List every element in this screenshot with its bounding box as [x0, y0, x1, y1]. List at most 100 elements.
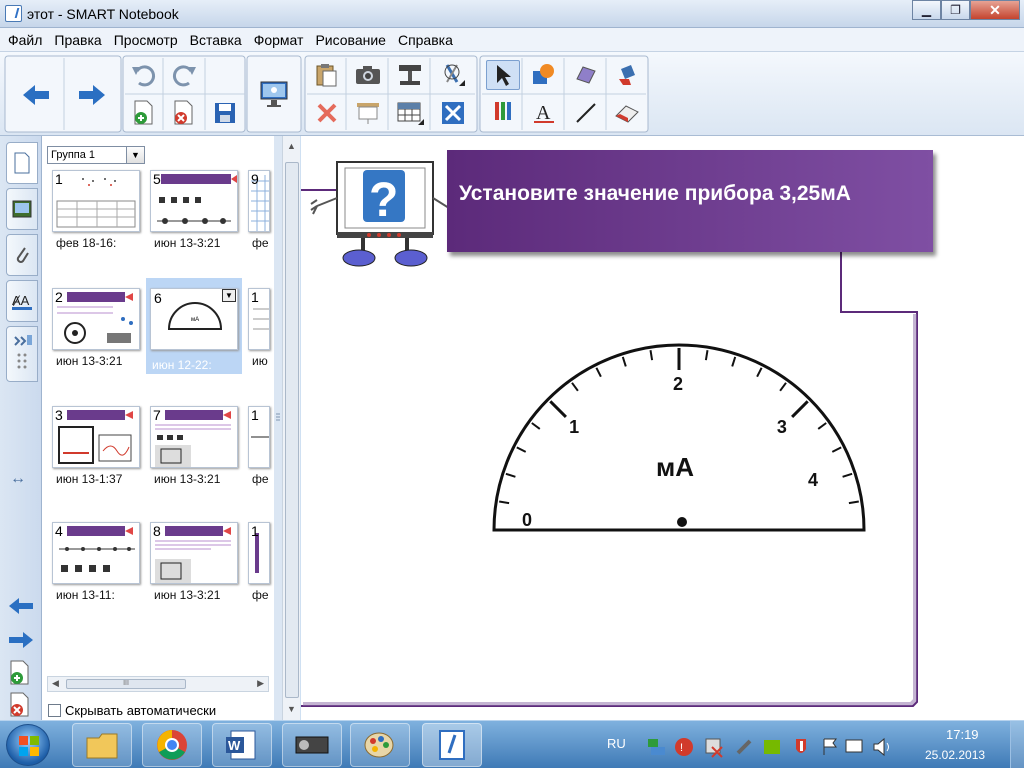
antivirus-icon: !	[675, 738, 693, 756]
chevron-down-icon[interactable]: ▼	[126, 146, 145, 164]
notebook-app-icon	[5, 5, 22, 22]
sorter-horizontal-scrollbar[interactable]: ◀ III ▶	[47, 676, 269, 692]
next-page-icon[interactable]	[8, 630, 34, 653]
scroll-right-icon[interactable]: ▶	[257, 678, 264, 689]
text-icon[interactable]: A	[526, 98, 562, 128]
window-title: этот - SMART Notebook	[27, 6, 179, 22]
forward-arrow-icon[interactable]	[70, 78, 114, 112]
page-thumbnail[interactable]: 1 фе	[248, 406, 270, 486]
minimize-button[interactable]: ▁	[912, 0, 941, 20]
add-page-icon[interactable]	[128, 98, 160, 128]
screen-icon[interactable]	[254, 74, 294, 114]
page-thumbnail-selected[interactable]: мА 6 ▼ июн 12-22:	[146, 278, 242, 374]
panel-splitter[interactable]	[274, 136, 282, 720]
full-screen-icon[interactable]	[434, 98, 472, 128]
page-thumbnail[interactable]: 1 ию	[248, 288, 270, 368]
fill-icon[interactable]	[610, 60, 644, 90]
menu-view[interactable]: Просмотр	[110, 32, 186, 48]
page-thumbnail[interactable]: 1 фев 18-16:	[52, 170, 140, 250]
creative-pens-icon[interactable]	[568, 60, 604, 90]
page-thumbnail[interactable]: 4 июн 13-11:	[52, 522, 140, 602]
scroll-down-icon[interactable]: ▼	[287, 704, 296, 714]
screen-shade-icon[interactable]	[350, 98, 386, 128]
scroll-left-icon[interactable]: ◀	[52, 678, 59, 689]
undo-icon[interactable]	[128, 60, 160, 90]
thumbnail-label: фе	[252, 236, 269, 250]
line-icon[interactable]	[568, 98, 604, 128]
thumbnail-number: 7	[153, 407, 161, 423]
taskbar-smart-notebook[interactable]	[422, 723, 482, 767]
thumbnail-menu-chevron-icon[interactable]: ▼	[222, 289, 236, 302]
taskbar-paint[interactable]	[350, 723, 410, 767]
taskbar-chrome[interactable]	[142, 723, 202, 767]
scroll-up-icon[interactable]: ▲	[287, 141, 296, 151]
restore-button[interactable]: ❐	[941, 0, 970, 20]
back-arrow-icon[interactable]	[14, 78, 58, 112]
menu-edit[interactable]: Правка	[50, 32, 109, 48]
attachments-tab[interactable]	[6, 234, 38, 276]
clock-date[interactable]: 25.02.2013	[925, 748, 985, 762]
page-thumbnail[interactable]: 2 июн 13-3:21	[52, 288, 140, 368]
table-icon[interactable]	[392, 98, 428, 128]
properties-tab[interactable]: ȺA	[6, 280, 38, 322]
save-icon[interactable]	[209, 98, 241, 128]
page-sorter-tab[interactable]	[6, 142, 38, 184]
start-button[interactable]	[6, 724, 50, 766]
measurement-tools-icon[interactable]	[434, 60, 472, 90]
page-thumbnail[interactable]: 7 июн 13-3:21	[150, 406, 238, 486]
select-arrow-icon[interactable]	[486, 60, 520, 90]
windows-logo-icon	[19, 736, 39, 756]
delete-page-side-icon[interactable]	[8, 692, 32, 721]
thumbnail-label: июн 13-3:21	[154, 472, 221, 486]
milliammeter-gauge[interactable]: 0 1 2 3 4 мА	[301, 136, 1024, 720]
taskbar-word[interactable]: W	[212, 723, 272, 767]
notebook-page-canvas[interactable]: ? Установите значение прибора 3,25мА 012…	[301, 136, 1024, 720]
gallery-tab[interactable]	[6, 188, 38, 230]
page-thumbnail[interactable]: 5 июн 13-3:21	[150, 170, 238, 250]
thumbnail-label: июн 13-3:21	[154, 236, 221, 250]
page-thumbnail[interactable]: 9 фе	[248, 170, 270, 250]
eraser-icon[interactable]	[610, 98, 644, 128]
menu-draw[interactable]: Рисование	[311, 32, 394, 48]
resize-arrows-icon[interactable]: ↔	[10, 470, 26, 488]
gauge-tick-label: 1	[569, 417, 579, 437]
grip-icon	[14, 335, 32, 369]
system-tray: !	[648, 737, 889, 758]
menu-help[interactable]: Справка	[394, 32, 461, 48]
taskbar-explorer[interactable]	[72, 723, 132, 767]
camera-icon[interactable]	[350, 60, 386, 90]
thumbnail-image	[150, 170, 238, 232]
delete-page-icon[interactable]	[168, 98, 200, 128]
page-thumbnail[interactable]: 1 фе	[248, 522, 270, 602]
add-page-side-icon[interactable]	[8, 660, 32, 689]
prev-page-icon[interactable]	[8, 596, 34, 619]
language-indicator[interactable]: RU	[607, 736, 626, 751]
menu-file[interactable]: Файл	[4, 32, 50, 48]
taskbar-projector[interactable]	[282, 723, 342, 767]
menu-format[interactable]: Формат	[250, 32, 312, 48]
folder-icon	[86, 733, 118, 759]
redo-icon[interactable]	[168, 60, 200, 90]
thumbnail-number: 1	[251, 289, 259, 305]
show-desktop-button[interactable]	[1010, 721, 1024, 768]
canvas-vertical-scrollbar[interactable]: ▲ ▼	[282, 136, 300, 720]
addons-tab[interactable]	[6, 326, 38, 382]
needle-pivot[interactable]	[677, 517, 687, 527]
page-thumbnail[interactable]: 3 июн 13-1:37	[52, 406, 140, 486]
close-button[interactable]: ✕	[970, 0, 1020, 20]
page-thumbnail[interactable]: 8 июн 13-3:21	[150, 522, 238, 602]
thumbnail-number: 1	[251, 407, 259, 423]
menu-insert[interactable]: Вставка	[186, 32, 250, 48]
autohide-option[interactable]: Скрывать автоматически	[48, 703, 216, 718]
scrollbar-thumb[interactable]	[285, 162, 299, 698]
autohide-checkbox[interactable]	[48, 704, 61, 717]
delete-x-icon[interactable]	[310, 98, 344, 128]
pens-icon[interactable]	[486, 98, 520, 128]
document-camera-icon[interactable]	[392, 60, 428, 90]
volume-icon	[873, 737, 889, 757]
clock-time[interactable]: 17:19	[946, 727, 979, 742]
shapes-icon[interactable]	[526, 60, 562, 90]
scrollbar-thumb[interactable]: III	[66, 679, 186, 689]
shield-icon	[796, 739, 806, 753]
paste-icon[interactable]	[310, 60, 344, 90]
